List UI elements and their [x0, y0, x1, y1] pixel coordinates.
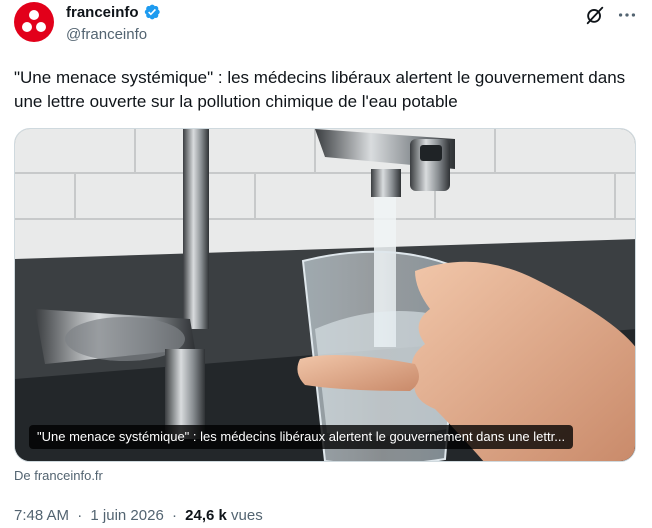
source-link[interactable]: De franceinfo.fr [14, 468, 103, 483]
tweet-time[interactable]: 7:48 AM [14, 507, 69, 524]
avatar-dot [29, 10, 39, 20]
media-caption: "Une menace systémique" : les médecins l… [29, 425, 574, 449]
avatar-dot [22, 22, 32, 32]
tweet-header: franceinfo @franceinfo [14, 2, 638, 46]
grok-icon[interactable] [584, 4, 606, 26]
photo-water-glass [15, 129, 635, 461]
tweet-date[interactable]: 1 juin 2026 [90, 507, 163, 524]
account-handle[interactable]: @franceinfo [66, 26, 147, 43]
name-row: franceinfo [66, 3, 161, 21]
tweet-meta: 7:48 AM · 1 juin 2026 · 24,6 k vues [14, 507, 263, 524]
avatar-dot [36, 22, 46, 32]
views-count[interactable]: 24,6 k [185, 507, 227, 524]
tweet-text: "Une menace systémique" : les médecins l… [14, 68, 626, 111]
more-icon[interactable] [616, 4, 638, 26]
avatar[interactable] [14, 2, 54, 42]
views-label: vues [231, 507, 263, 524]
meta-separator: · [171, 507, 177, 524]
account-name[interactable]: franceinfo [66, 4, 139, 21]
verified-badge-icon [144, 4, 160, 20]
media-card[interactable]: "Une menace systémique" : les médecins l… [14, 128, 636, 462]
meta-separator: · [77, 507, 83, 524]
